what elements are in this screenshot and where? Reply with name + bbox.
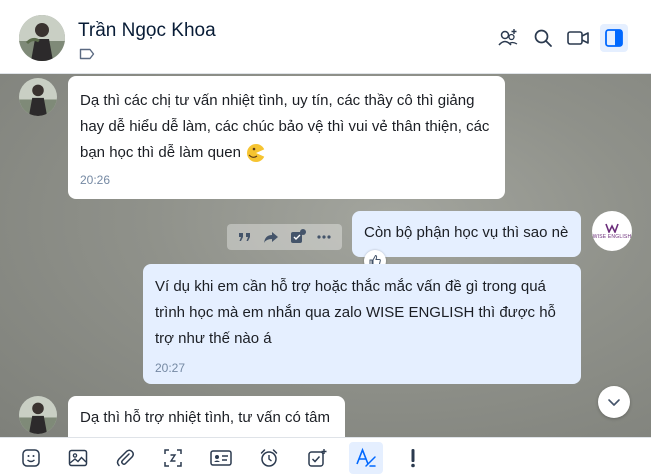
search-button[interactable] (529, 24, 557, 52)
chat-header: Trần Ngọc Khoa (0, 0, 651, 74)
video-call-button[interactable] (564, 24, 592, 52)
message-text: Còn bộ phận học vụ thì sao nè (364, 224, 569, 241)
more-icon[interactable] (316, 229, 332, 245)
contact-avatar[interactable] (19, 396, 57, 434)
message-text: Dạ thì hỗ trợ nhiệt tình, tư vấn có tâm (80, 409, 330, 426)
task-icon (308, 449, 327, 467)
sticker-button[interactable] (16, 443, 46, 473)
task-icon[interactable] (289, 228, 307, 246)
image-icon (68, 449, 88, 467)
video-call-icon (567, 31, 589, 45)
image-button[interactable] (63, 443, 93, 473)
message-text: Dạ thì các chị tư vấn nhiệt tình, uy tín… (80, 92, 490, 161)
add-friend-icon (498, 29, 518, 46)
contact-card-icon (210, 450, 232, 466)
forward-icon[interactable] (262, 229, 280, 245)
sticker-icon (22, 449, 40, 467)
task-button[interactable] (302, 443, 332, 473)
chat-area[interactable]: Dạ thì các chị tư vấn nhiệt tình, uy tín… (0, 74, 651, 437)
message-time: 20:27 (155, 361, 186, 375)
attachment-icon (116, 449, 134, 467)
message-bubble-incoming[interactable]: Dạ thì hỗ trợ nhiệt tình, tư vấn có tâm (68, 396, 345, 437)
contact-avatar[interactable] (19, 78, 57, 116)
message-time: 20:26 (80, 173, 111, 187)
message-bubble-outgoing[interactable]: Còn bộ phận học vụ thì sao nè (352, 211, 581, 257)
contact-name: Trần Ngọc Khoa (78, 20, 216, 41)
logo-text: WISE ENGLISH (592, 233, 632, 240)
screenshot-icon (164, 449, 182, 467)
screenshot-button[interactable] (158, 443, 188, 473)
text-format-button[interactable] (349, 442, 383, 474)
tag-icon[interactable] (79, 48, 95, 60)
search-icon (534, 29, 552, 47)
sidebar-toggle-button[interactable] (600, 24, 628, 52)
reminder-icon (260, 449, 278, 467)
scroll-down-button[interactable] (598, 386, 630, 418)
smile-emoji-icon (245, 142, 267, 164)
message-text: Ví dụ khi em cần hỗ trợ hoặc thắc mắc vấ… (155, 278, 556, 347)
urgent-button[interactable] (398, 443, 428, 473)
contact-avatar[interactable] (19, 15, 65, 61)
contact-card-button[interactable] (206, 443, 236, 473)
reminder-button[interactable] (254, 443, 284, 473)
message-actions (227, 224, 342, 250)
add-friend-button[interactable] (494, 24, 522, 52)
sidebar-toggle-icon (605, 29, 623, 47)
quote-icon[interactable] (237, 229, 253, 245)
chevron-down-icon (608, 399, 620, 406)
message-bubble-outgoing[interactable]: Ví dụ khi em cần hỗ trợ hoặc thắc mắc vấ… (143, 264, 581, 384)
attachment-button[interactable] (110, 443, 140, 473)
urgent-icon (411, 449, 415, 468)
message-bubble-incoming[interactable]: Dạ thì các chị tư vấn nhiệt tình, uy tín… (68, 76, 505, 199)
text-format-icon (356, 447, 376, 467)
compose-toolbar (0, 437, 651, 475)
wise-english-logo-icon (605, 223, 619, 233)
wise-english-avatar[interactable]: WISE ENGLISH (592, 211, 632, 251)
